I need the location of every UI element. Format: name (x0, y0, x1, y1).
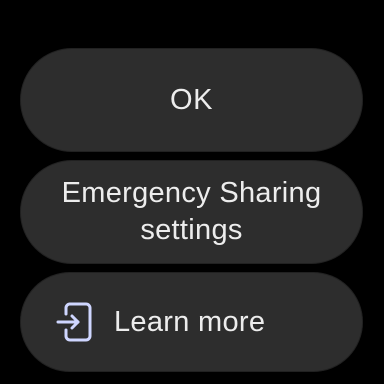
emergency-sharing-settings-button[interactable]: Emergency Sharing settings (20, 160, 363, 264)
open-on-phone-icon (56, 300, 96, 344)
ok-button-label: OK (170, 83, 213, 116)
learn-more-button[interactable]: Learn more (20, 272, 363, 372)
ok-button[interactable]: OK (20, 48, 363, 152)
learn-more-label: Learn more (114, 305, 266, 338)
emergency-sharing-settings-label: Emergency Sharing settings (61, 177, 322, 246)
watch-screen: OK Emergency Sharing settings Learn more (0, 0, 384, 384)
